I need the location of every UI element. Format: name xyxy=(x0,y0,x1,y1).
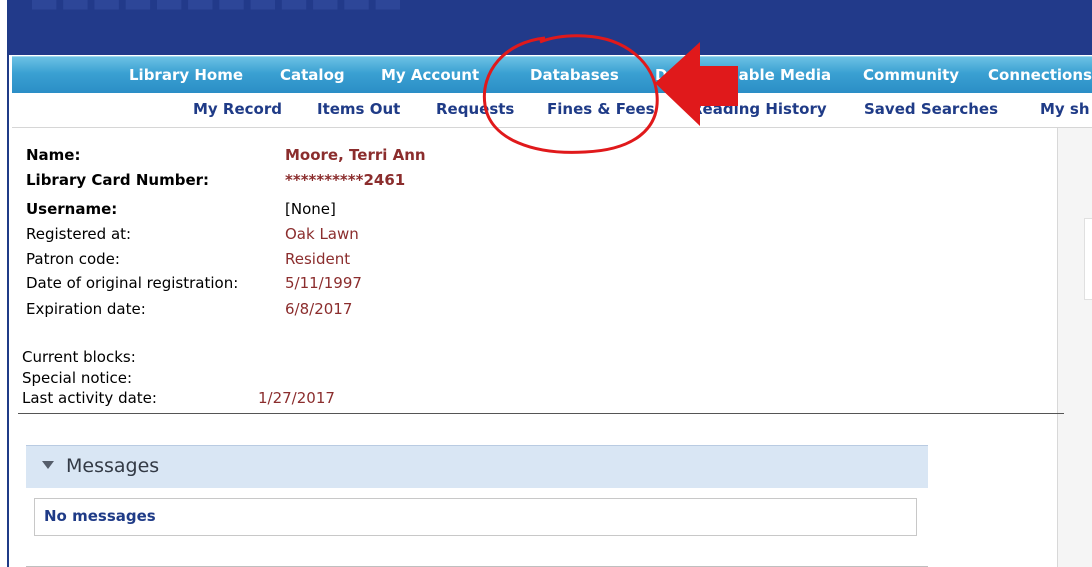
expiration-value: 6/8/2017 xyxy=(285,300,353,318)
messages-body: No messages xyxy=(34,498,917,536)
site-banner: ▬▬▬▬▬▬▬▬▬▬▬▬ xyxy=(9,0,1092,55)
section-divider xyxy=(18,413,1064,414)
subnav-requests[interactable]: Requests xyxy=(436,100,514,118)
messages-header[interactable]: Messages xyxy=(26,445,928,488)
nav-library-home[interactable]: Library Home xyxy=(129,66,243,84)
triangle-down-icon xyxy=(42,460,54,469)
registered-label: Registered at: xyxy=(26,225,132,243)
nav-my-account[interactable]: My Account xyxy=(381,66,479,84)
main-navigation: Library Home Catalog My Account Database… xyxy=(12,56,1092,93)
expiration-label: Expiration date: xyxy=(26,300,146,318)
patron-code-value: Resident xyxy=(285,250,351,268)
subnav-reading-history[interactable]: Reading History xyxy=(691,100,827,118)
nav-connections[interactable]: Connections xyxy=(988,66,1092,84)
account-subnav: My Record Items Out Requests Fines & Fee… xyxy=(12,93,1092,128)
subnav-fines-fees[interactable]: Fines & Fees xyxy=(547,100,655,118)
subnav-my-shelf[interactable]: My sh xyxy=(1040,100,1090,118)
special-notice-label: Special notice: xyxy=(22,369,133,387)
username-value: [None] xyxy=(285,200,336,218)
messages-toggle[interactable]: Messages xyxy=(42,455,159,477)
subnav-my-record[interactable]: My Record xyxy=(193,100,282,118)
right-sidebar xyxy=(1057,128,1092,567)
right-sidebar-box xyxy=(1084,218,1092,300)
name-value: Moore, Terri Ann xyxy=(285,146,426,164)
current-blocks-label: Current blocks: xyxy=(22,348,136,366)
subnav-items-out[interactable]: Items Out xyxy=(317,100,400,118)
original-registration-value: 5/11/1997 xyxy=(285,274,362,292)
name-label: Name: xyxy=(26,146,81,164)
card-number-label: Library Card Number: xyxy=(26,171,210,189)
nav-catalog[interactable]: Catalog xyxy=(280,66,345,84)
nav-downloadable-media[interactable]: Downloadable Media xyxy=(655,66,831,84)
subnav-saved-searches[interactable]: Saved Searches xyxy=(864,100,998,118)
card-number-value: **********2461 xyxy=(285,171,406,189)
messages-title: Messages xyxy=(66,455,160,477)
last-activity-value: 1/27/2017 xyxy=(258,389,335,407)
banner-logo-fragment: ▬▬▬▬▬▬▬▬▬▬▬▬ xyxy=(29,0,404,20)
registered-value: Oak Lawn xyxy=(285,225,359,243)
username-label: Username: xyxy=(26,200,118,218)
last-activity-label: Last activity date: xyxy=(22,389,157,407)
no-messages-text: No messages xyxy=(44,507,156,525)
left-border xyxy=(0,0,9,567)
original-registration-label: Date of original registration: xyxy=(26,274,239,292)
nav-databases[interactable]: Databases xyxy=(530,66,619,84)
nav-community[interactable]: Community xyxy=(863,66,959,84)
patron-code-label: Patron code: xyxy=(26,250,120,268)
